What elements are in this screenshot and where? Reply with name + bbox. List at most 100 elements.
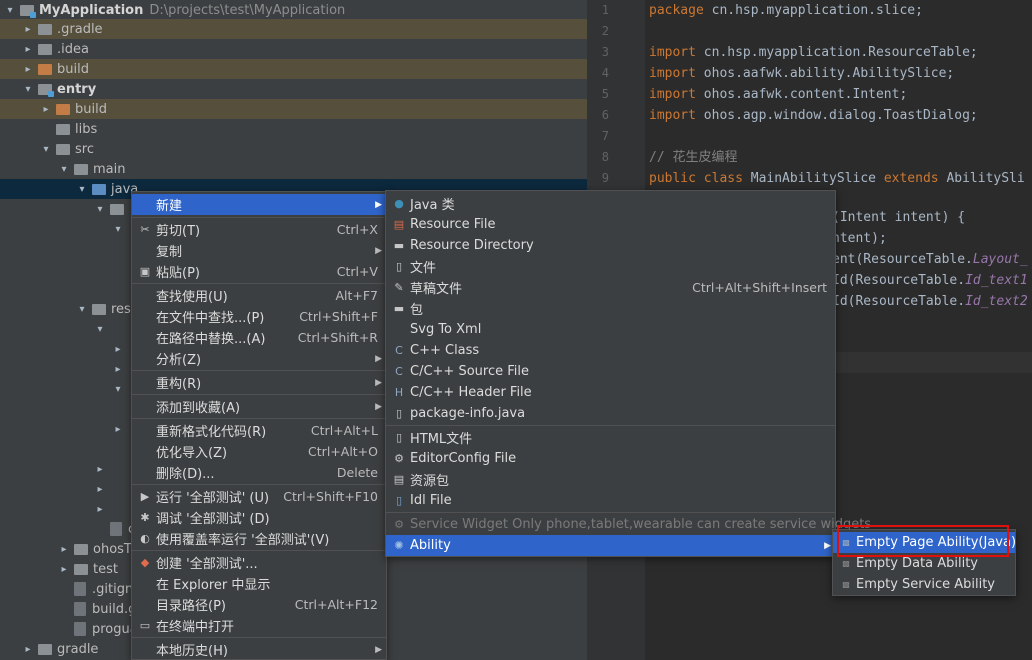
chevron-down-icon[interactable]: ▾ <box>112 384 124 395</box>
menu-item-cpp-class[interactable]: C C++ Class <box>386 340 835 361</box>
menu-item-package[interactable]: ▬ 包 <box>386 298 835 319</box>
menu-label: 分析(Z) <box>156 353 202 368</box>
package-icon <box>110 203 124 215</box>
tree-item-label: entry <box>57 81 97 97</box>
run-icon: ▶ <box>140 490 150 503</box>
menu-separator <box>132 283 386 284</box>
menu-item-refactor[interactable]: 重构(R) ▶ <box>132 372 386 393</box>
chevron-down-icon[interactable]: ▾ <box>22 84 34 95</box>
menu-item-find-usages[interactable]: 查找使用(U) Alt+F7 <box>132 285 386 306</box>
menu-item-local-history[interactable]: 本地历史(H) ▶ <box>132 639 386 660</box>
menu-item-java-class[interactable]: ● Java 类 <box>386 193 835 214</box>
menu-separator <box>386 425 835 426</box>
chevron-right-icon[interactable]: ▸ <box>94 504 106 515</box>
code-line: ntent); <box>832 231 887 246</box>
menu-item-analyze[interactable]: 分析(Z) ▶ <box>132 348 386 369</box>
tree-item-myapplication[interactable]: ▾ MyApplication D:\projects\test\MyAppli… <box>0 0 587 20</box>
menu-separator <box>386 512 835 513</box>
menu-label: 调试 '全部测试' (D) <box>156 512 270 527</box>
cpp-class-icon: C <box>395 344 403 357</box>
menu-label: 粘贴(P) <box>156 266 200 281</box>
menu-item-html-file[interactable]: ▯ HTML文件 <box>386 427 835 448</box>
menu-label: 运行 '全部测试' (U) <box>156 491 270 506</box>
tree-item-entry[interactable]: ▾ entry <box>0 79 587 99</box>
menu-item-scratch-file[interactable]: ✎ 草稿文件 Ctrl+Alt+Shift+Insert <box>386 277 835 298</box>
menu-item-ability[interactable]: ✺ Ability ▶ <box>386 535 835 556</box>
menu-item-empty-service-ability[interactable]: ▩ Empty Service Ability <box>833 574 1015 595</box>
tree-item-src[interactable]: ▾ src <box>0 139 587 159</box>
chevron-right-icon[interactable]: ▸ <box>112 344 124 355</box>
menu-item-paste[interactable]: ▣ 粘贴(P) Ctrl+V <box>132 261 386 282</box>
submenu-arrow-icon: ▶ <box>375 377 382 388</box>
tree-item-entry-build[interactable]: ▸ build <box>0 99 587 119</box>
debug-icon: ✱ <box>140 511 150 524</box>
chevron-down-icon[interactable]: ▾ <box>94 204 106 215</box>
gradle-file-icon <box>74 602 86 616</box>
tree-item-build[interactable]: ▸ build <box>0 59 587 79</box>
menu-item-cpp-header[interactable]: H C/C++ Header File <box>386 382 835 403</box>
coverage-icon: ◐ <box>140 532 150 545</box>
menu-item-show-in-explorer[interactable]: 在 Explorer 中显示 <box>132 573 386 594</box>
chevron-down-icon[interactable]: ▾ <box>94 324 106 335</box>
menu-item-new[interactable]: 新建 ▶ <box>132 194 386 215</box>
chevron-right-icon[interactable]: ▸ <box>22 64 34 75</box>
tree-item-label: .idea <box>57 41 89 57</box>
menu-item-find-in-files[interactable]: 在文件中查找...(P) Ctrl+Shift+F <box>132 306 386 327</box>
chevron-down-icon[interactable]: ▾ <box>4 5 16 16</box>
menu-item-resource-bundle[interactable]: ▤ 资源包 <box>386 469 835 490</box>
menu-item-resource-file[interactable]: ▤ Resource File <box>386 214 835 235</box>
chevron-right-icon[interactable]: ▸ <box>94 464 106 475</box>
chevron-right-icon[interactable]: ▸ <box>112 424 124 435</box>
code-line: public class MainAbilitySlice extends Ab… <box>649 171 1025 186</box>
tree-item-label: build <box>75 101 107 117</box>
chevron-right-icon[interactable]: ▸ <box>94 484 106 495</box>
menu-item-optimize-imports[interactable]: 优化导入(Z) Ctrl+Alt+O <box>132 441 386 462</box>
menu-shortcut: Delete <box>336 465 378 480</box>
menu-item-replace-in-path[interactable]: 在路径中替换...(A) Ctrl+Shift+R <box>132 327 386 348</box>
tree-item-idea[interactable]: ▸ .idea <box>0 39 587 59</box>
tree-item-label: libs <box>75 121 98 137</box>
chevron-down-icon[interactable]: ▾ <box>76 184 88 195</box>
menu-item-editorconfig[interactable]: ⚙ EditorConfig File <box>386 448 835 469</box>
tree-item-libs[interactable]: ▸ libs <box>0 119 587 139</box>
menu-separator <box>132 484 386 485</box>
tree-item-gradle-dir[interactable]: ▸ .gradle <box>0 19 587 39</box>
chevron-right-icon[interactable]: ▸ <box>58 564 70 575</box>
menu-label: Resource File <box>410 217 496 232</box>
menu-item-file[interactable]: ▯ 文件 <box>386 256 835 277</box>
chevron-down-icon[interactable]: ▾ <box>112 224 124 235</box>
chevron-right-icon[interactable]: ▸ <box>22 644 34 655</box>
menu-item-run-coverage[interactable]: ◐ 使用覆盖率运行 '全部测试'(V) <box>132 528 386 549</box>
chevron-down-icon[interactable]: ▾ <box>58 164 70 175</box>
menu-item-resource-directory[interactable]: ▬ Resource Directory <box>386 235 835 256</box>
menu-item-add-favorites[interactable]: 添加到收藏(A) ▶ <box>132 396 386 417</box>
menu-item-create-tests[interactable]: ◆ 创建 '全部测试'... <box>132 552 386 573</box>
menu-item-reformat[interactable]: 重新格式化代码(R) Ctrl+Alt+L <box>132 420 386 441</box>
gitignore-file-icon <box>74 582 86 596</box>
code-line: import cn.hsp.myapplication.ResourceTabl… <box>649 45 978 60</box>
chevron-right-icon[interactable]: ▸ <box>112 364 124 375</box>
menu-label: 复制 <box>156 245 183 260</box>
menu-item-copy[interactable]: 复制 ▶ <box>132 240 386 261</box>
line-number: 4 <box>601 66 609 80</box>
chevron-right-icon[interactable]: ▸ <box>22 24 34 35</box>
menu-item-cut[interactable]: ✂ 剪切(T) Ctrl+X <box>132 219 386 240</box>
menu-item-cpp-source[interactable]: C C/C++ Source File <box>386 361 835 382</box>
menu-item-svg-to-xml[interactable]: Svg To Xml <box>386 319 835 340</box>
chevron-right-icon[interactable]: ▸ <box>40 104 52 115</box>
menu-item-delete[interactable]: 删除(D)... Delete <box>132 462 386 483</box>
module-folder-icon <box>20 4 36 18</box>
tree-item-main[interactable]: ▾ main <box>0 159 587 179</box>
menu-item-package-info[interactable]: ▯ package-info.java <box>386 403 835 424</box>
menu-label: EditorConfig File <box>410 451 517 466</box>
menu-item-run-all-tests[interactable]: ▶ 运行 '全部测试' (U) Ctrl+Shift+F10 <box>132 486 386 507</box>
chevron-down-icon[interactable]: ▾ <box>76 304 88 315</box>
cpp-source-icon: C <box>395 365 403 378</box>
chevron-right-icon[interactable]: ▸ <box>58 544 70 555</box>
menu-item-directory-path[interactable]: 目录路径(P) Ctrl+Alt+F12 <box>132 594 386 615</box>
menu-item-debug-all-tests[interactable]: ✱ 调试 '全部测试' (D) <box>132 507 386 528</box>
menu-item-open-terminal[interactable]: ▭ 在终端中打开 <box>132 615 386 636</box>
menu-item-idl-file[interactable]: ▯ Idl File <box>386 490 835 511</box>
chevron-down-icon[interactable]: ▾ <box>40 144 52 155</box>
chevron-right-icon[interactable]: ▸ <box>22 44 34 55</box>
